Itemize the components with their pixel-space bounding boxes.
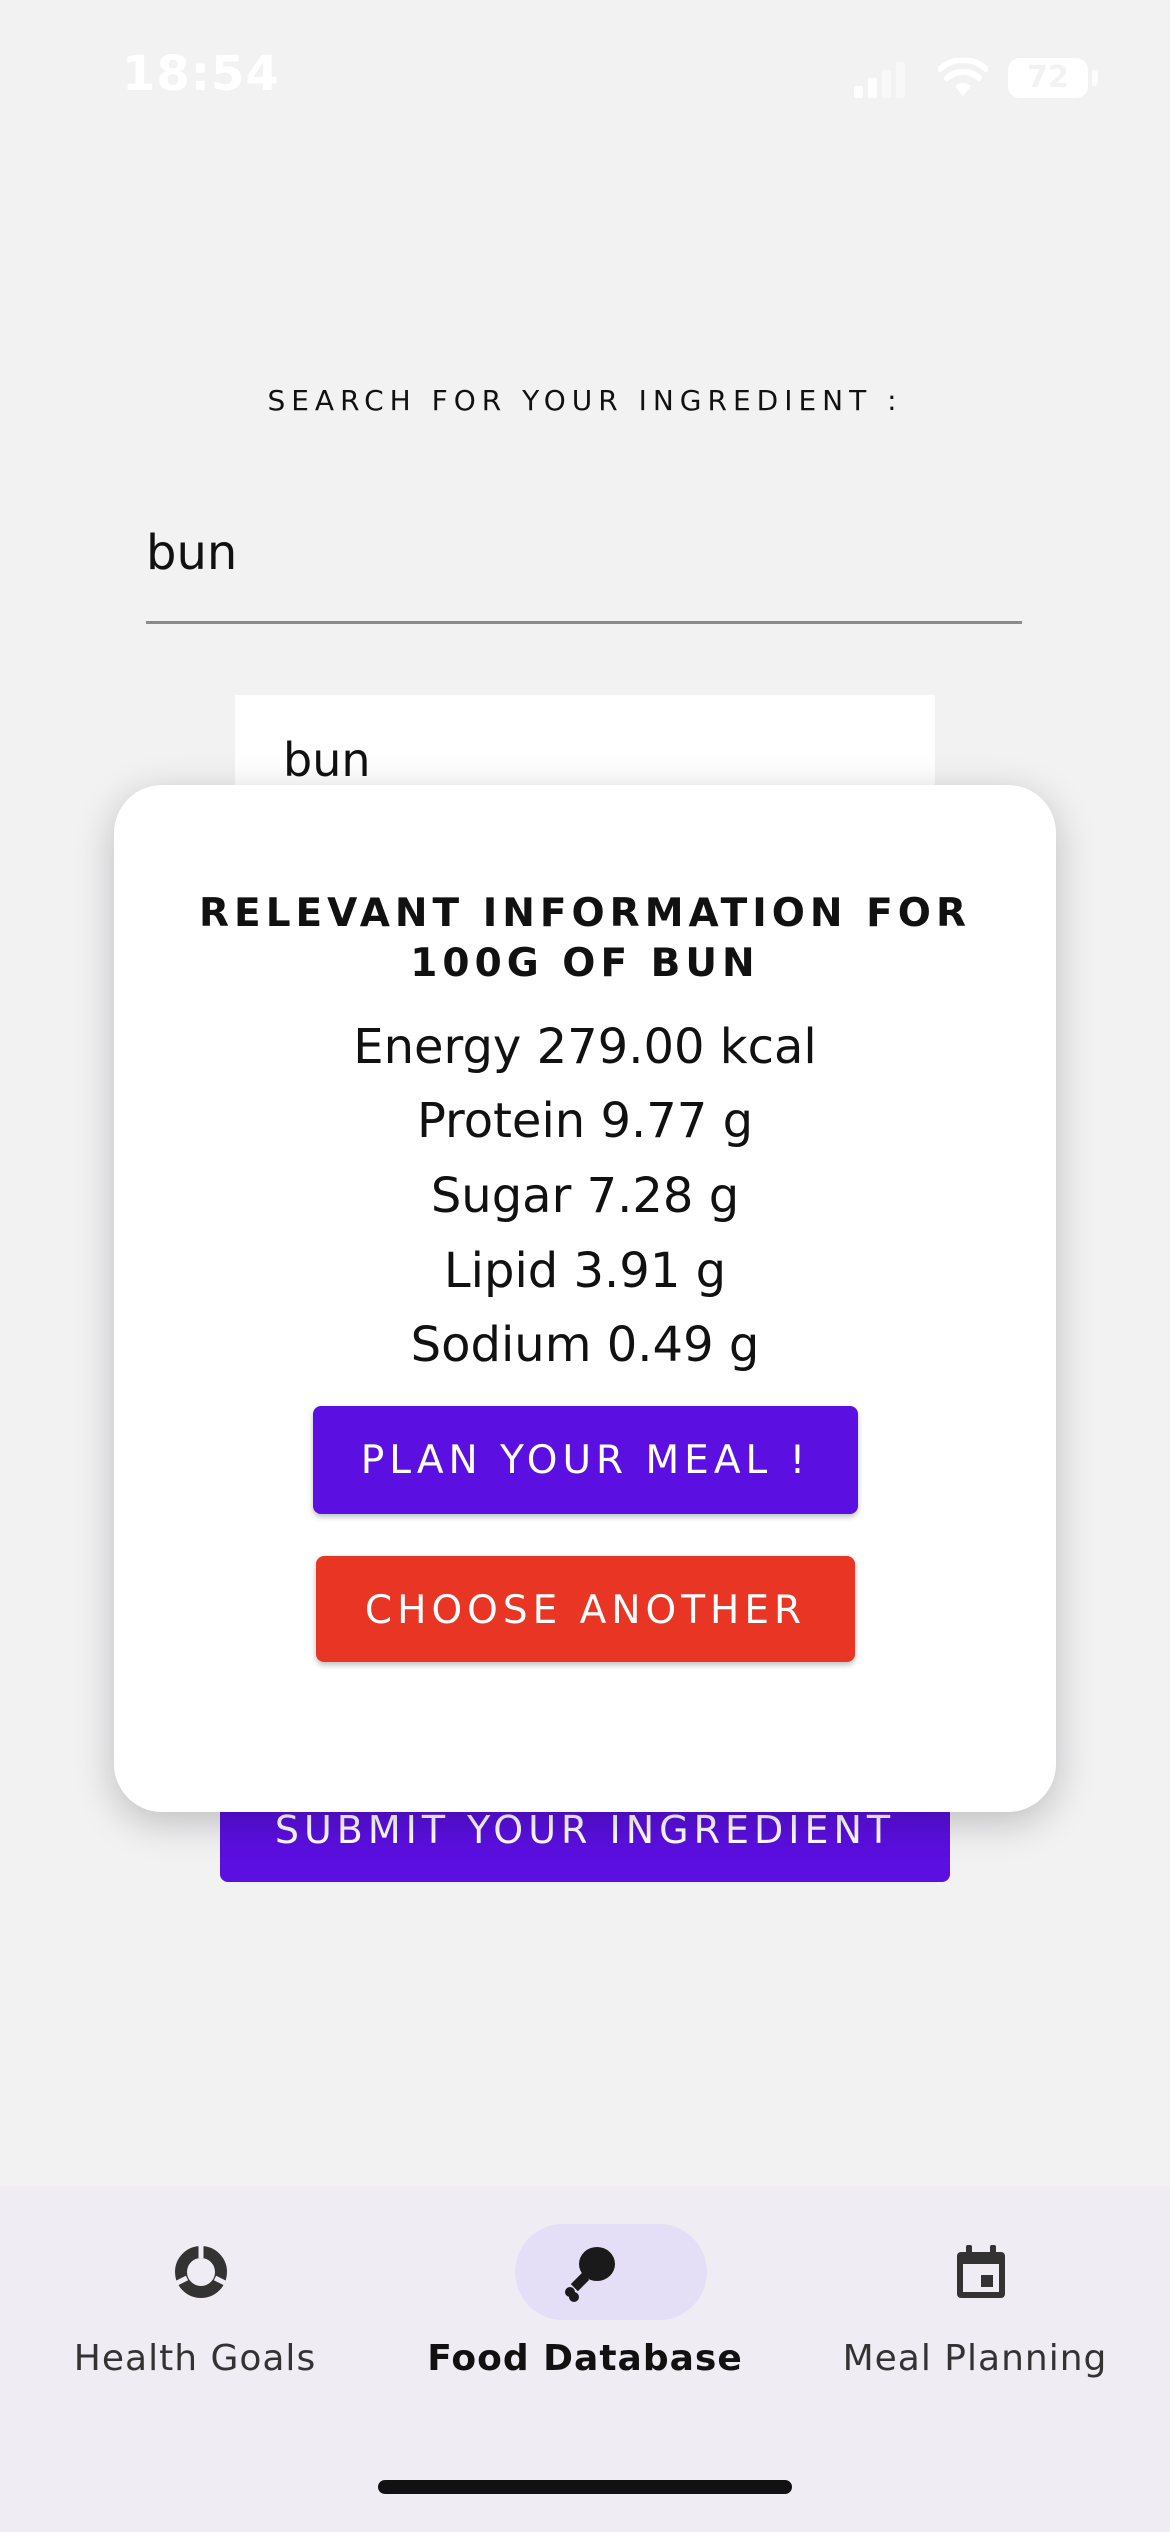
nav-item-health-goals[interactable]: Health Goals <box>0 2186 390 2446</box>
wifi-icon <box>938 58 988 96</box>
search-input-value[interactable]: bun <box>146 525 237 581</box>
submit-ingredient-label: SUBMIT YOUR INGREDIENT <box>274 1808 896 1852</box>
plan-meal-button[interactable]: PLAN YOUR MEAL ! <box>313 1406 858 1514</box>
dialog-title: RELEVANT INFORMATION FOR 100G OF BUN <box>199 891 971 986</box>
home-indicator[interactable] <box>378 2480 792 2494</box>
nutrition-dialog: RELEVANT INFORMATION FOR 100G OF BUN Ene… <box>114 785 1056 1812</box>
battery-level: 72 <box>1027 60 1069 95</box>
battery-tip <box>1092 70 1098 86</box>
nav-label-meal-planning: Meal Planning <box>842 2338 1108 2379</box>
nutrient-protein: Protein 9.77 g <box>416 1093 754 1149</box>
status-bar: 18:54 72 <box>0 0 1170 150</box>
nav-label-health-goals: Health Goals <box>73 2338 317 2379</box>
cellular-signal-icon <box>854 62 905 98</box>
plan-meal-label: PLAN YOUR MEAL ! <box>360 1438 811 1483</box>
nutrient-energy: Energy 279.00 kcal <box>353 1019 817 1075</box>
choose-another-button[interactable]: CHOOSE ANOTHER <box>316 1556 855 1662</box>
calendar-icon <box>957 2245 1005 2298</box>
donut-chart-icon <box>173 2244 229 2298</box>
nutrient-sodium: Sodium 0.49 g <box>410 1317 760 1373</box>
search-input[interactable]: bun <box>146 515 1022 624</box>
search-heading: SEARCH FOR YOUR INGREDIENT : <box>267 384 903 417</box>
nav-item-food-database[interactable]: Food Database <box>390 2186 780 2446</box>
battery-icon: 72 <box>1008 58 1088 98</box>
nav-label-food-database: Food Database <box>427 2338 743 2379</box>
status-time: 18:54 <box>122 46 280 102</box>
drumstick-icon <box>565 2247 615 2302</box>
suggestion-label: bun <box>283 733 371 787</box>
nutrient-lipid: Lipid 3.91 g <box>443 1243 727 1299</box>
nav-item-meal-planning[interactable]: Meal Planning <box>780 2186 1170 2446</box>
nutrient-sugar: Sugar 7.28 g <box>430 1168 740 1224</box>
choose-another-label: CHOOSE ANOTHER <box>364 1588 807 1633</box>
